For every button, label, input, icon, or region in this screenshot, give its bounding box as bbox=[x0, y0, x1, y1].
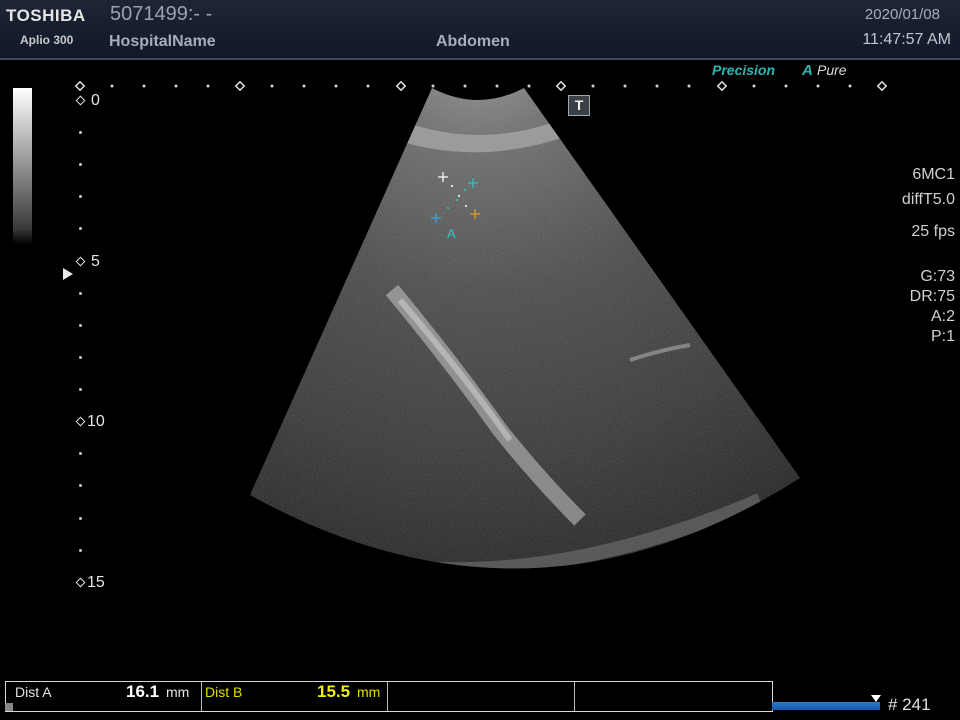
dist-a-cell: Dist A 16.1 mm bbox=[6, 682, 202, 711]
dist-b-unit: mm bbox=[357, 684, 381, 700]
depth-tick bbox=[79, 324, 82, 327]
apure-badge-a: A bbox=[802, 62, 813, 79]
dist-b-label: Dist B bbox=[205, 684, 243, 700]
dist-a-unit: mm bbox=[166, 684, 190, 700]
dist-a-value: 16.1 bbox=[126, 682, 160, 701]
depth-tick bbox=[79, 163, 82, 166]
imaging-mode: diffT5.0 bbox=[901, 191, 955, 208]
a-value: A:2 bbox=[930, 308, 955, 325]
p-value: P:1 bbox=[930, 328, 955, 345]
cine-position-marker-icon[interactable] bbox=[871, 695, 881, 702]
depth-tick bbox=[79, 195, 82, 198]
ultrasound-image[interactable] bbox=[0, 0, 960, 720]
depth-tick bbox=[79, 549, 82, 552]
empty-cell bbox=[387, 682, 575, 711]
depth-tick bbox=[79, 452, 82, 455]
t-marker-icon[interactable]: T bbox=[568, 95, 590, 116]
caliper-label: A bbox=[447, 226, 456, 241]
depth-tick bbox=[79, 356, 82, 359]
depth-tick bbox=[79, 227, 82, 230]
apure-badge: Pure bbox=[817, 62, 847, 78]
frame-count: # 241 bbox=[888, 695, 931, 714]
dynamic-range: DR:75 bbox=[909, 288, 955, 305]
depth-tick bbox=[79, 131, 82, 134]
grayscale-bar bbox=[13, 88, 32, 244]
dist-b-value: 15.5 bbox=[317, 682, 351, 701]
frame-rate: 25 fps bbox=[911, 223, 955, 240]
depth-label-15: 15 bbox=[87, 574, 105, 591]
depth-label-5: 5 bbox=[91, 253, 100, 270]
gain-value: G:73 bbox=[920, 268, 955, 285]
corner-marker bbox=[5, 703, 13, 711]
lateral-scale bbox=[74, 80, 888, 92]
depth-tick bbox=[79, 484, 82, 487]
probe-name: 6MC1 bbox=[912, 166, 955, 183]
dist-b-cell: Dist B 15.5 mm bbox=[201, 682, 388, 711]
cine-progress-bar[interactable] bbox=[772, 702, 880, 710]
depth-label-0: 0 bbox=[91, 92, 100, 109]
depth-label-10: 10 bbox=[87, 413, 105, 430]
depth-tick bbox=[79, 388, 82, 391]
measurement-bar: Dist A 16.1 mm Dist B 15.5 mm bbox=[5, 681, 773, 712]
dist-a-label: Dist A bbox=[15, 684, 52, 700]
depth-tick bbox=[79, 517, 82, 520]
precision-badge: Precision bbox=[712, 62, 776, 78]
depth-tick bbox=[79, 292, 82, 295]
focus-marker-icon[interactable] bbox=[63, 268, 73, 280]
